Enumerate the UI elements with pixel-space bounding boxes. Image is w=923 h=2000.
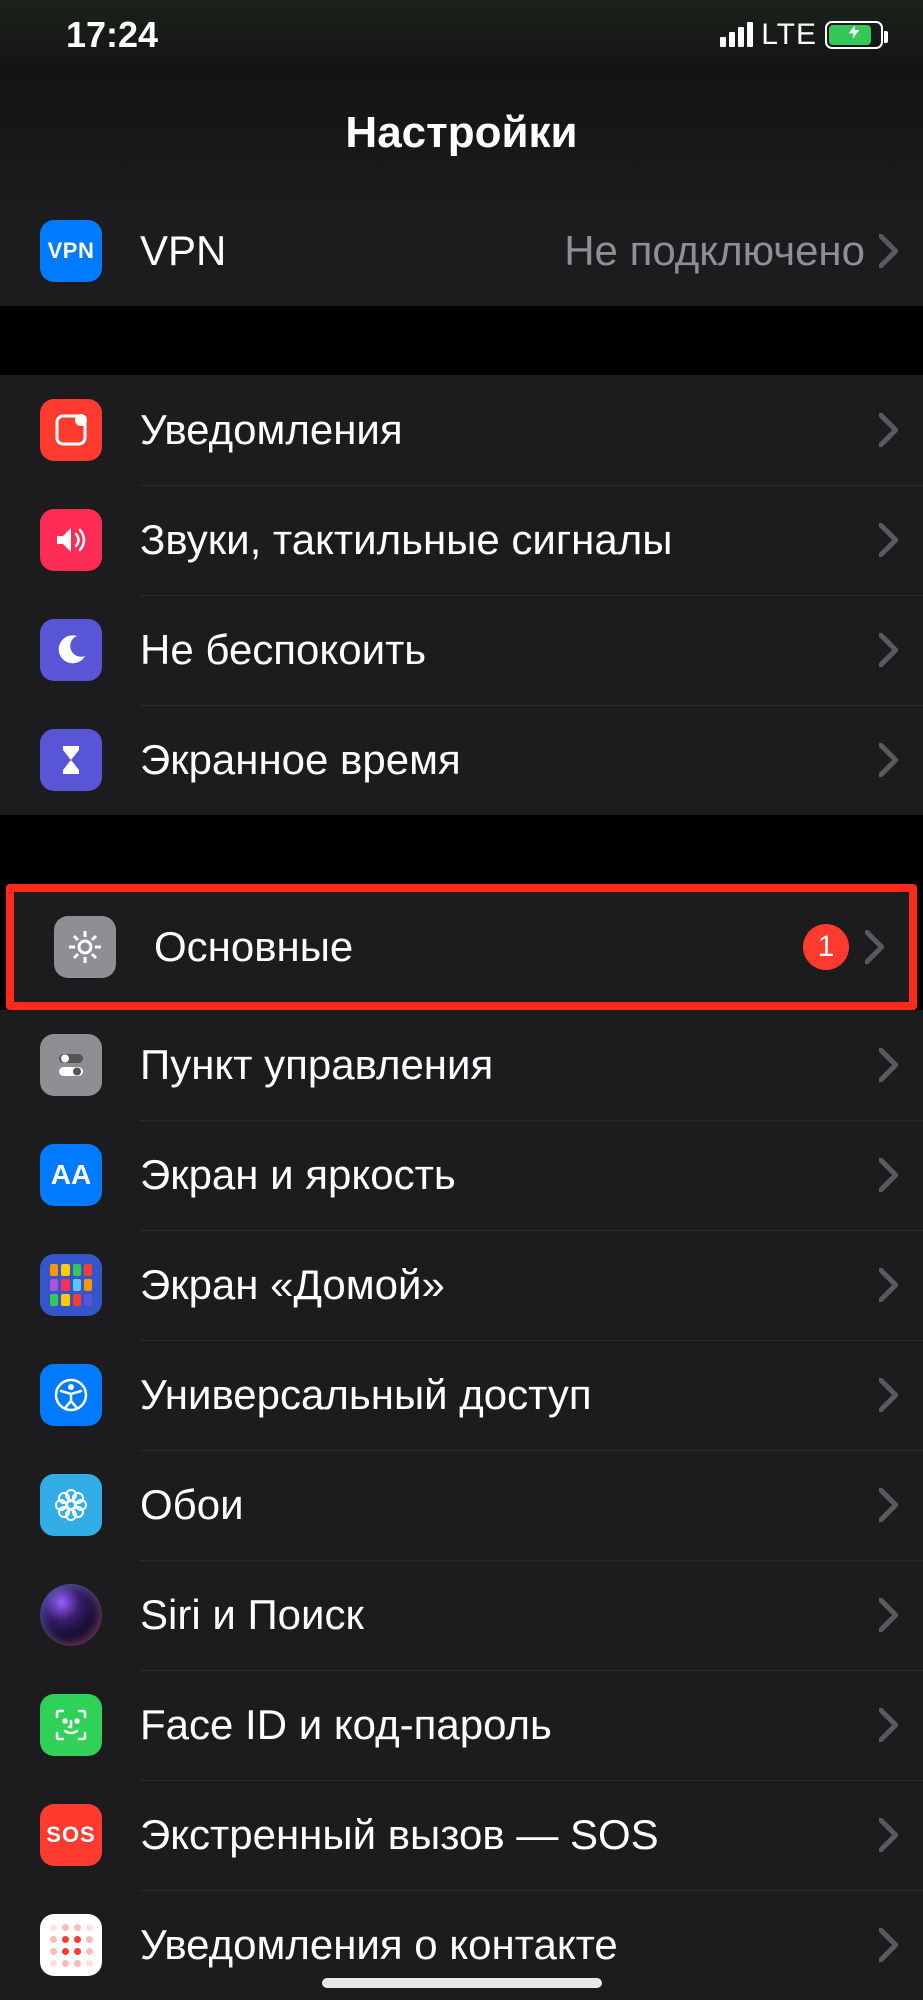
chevron-right-icon [879, 1708, 899, 1742]
settings-screen: 17:24 LTE Настройки VPN VPN Не подключен… [0, 0, 923, 2000]
row-vpn[interactable]: VPN VPN Не подключено [0, 196, 923, 306]
row-label: Экран «Домой» [140, 1261, 879, 1309]
row-label: Экстренный вызов — SOS [140, 1811, 879, 1859]
flower-icon [40, 1474, 102, 1536]
row-faceid[interactable]: Face ID и код-пароль [0, 1670, 923, 1780]
chevron-right-icon [879, 1818, 899, 1852]
row-sos[interactable]: SOS Экстренный вызов — SOS [0, 1780, 923, 1890]
row-control-center[interactable]: Пункт управления [0, 1010, 923, 1120]
row-label: Экранное время [140, 736, 879, 784]
charging-bolt-icon [846, 22, 862, 47]
settings-group-system: Основные 1 Пункт управления AA Экран и я… [0, 884, 923, 2000]
row-label: Звуки, тактильные сигналы [140, 516, 879, 564]
text-size-icon: AA [40, 1144, 102, 1206]
row-screentime[interactable]: Экранное время [0, 705, 923, 815]
row-label: Пункт управления [140, 1041, 879, 1089]
notification-badge: 1 [803, 924, 849, 970]
row-display[interactable]: AA Экран и яркость [0, 1120, 923, 1230]
chevron-right-icon [879, 743, 899, 777]
chevron-right-icon [865, 930, 885, 964]
page-title: Настройки [345, 108, 577, 158]
chevron-right-icon [879, 1378, 899, 1412]
cellular-signal-icon [720, 22, 753, 47]
chevron-right-icon [879, 1158, 899, 1192]
chevron-right-icon [879, 413, 899, 447]
faceid-icon [40, 1694, 102, 1756]
row-notifications[interactable]: Уведомления [0, 375, 923, 485]
notifications-icon [40, 399, 102, 461]
vpn-icon: VPN [40, 220, 102, 282]
chevron-right-icon [879, 523, 899, 557]
chevron-right-icon [879, 1268, 899, 1302]
row-home-screen[interactable]: Экран «Домой» [0, 1230, 923, 1340]
row-label: Не беспокоить [140, 626, 879, 674]
status-indicators: LTE [720, 18, 883, 52]
hourglass-icon [40, 729, 102, 791]
row-label: Обои [140, 1481, 879, 1529]
row-sounds[interactable]: Звуки, тактильные сигналы [0, 485, 923, 595]
status-bar: 17:24 LTE [0, 0, 923, 70]
row-label: Face ID и код-пароль [140, 1701, 879, 1749]
row-label: VPN [140, 227, 564, 275]
row-label: Основные [154, 923, 803, 971]
row-general[interactable]: Основные 1 [14, 892, 909, 1002]
row-label: Уведомления о контакте [140, 1921, 879, 1969]
settings-group-alerts: Уведомления Звуки, тактильные сигналы Не… [0, 375, 923, 815]
row-siri[interactable]: Siri и Поиск [0, 1560, 923, 1670]
row-dnd[interactable]: Не беспокоить [0, 595, 923, 705]
row-value: Не подключено [564, 227, 865, 275]
gear-icon [54, 916, 116, 978]
battery-icon [825, 21, 883, 49]
status-time: 17:24 [66, 14, 158, 56]
settings-group-connectivity: VPN VPN Не подключено [0, 196, 923, 306]
nav-header: Настройки [0, 70, 923, 196]
home-grid-icon [40, 1254, 102, 1316]
row-label: Универсальный доступ [140, 1371, 879, 1419]
chevron-right-icon [879, 1598, 899, 1632]
chevron-right-icon [879, 1488, 899, 1522]
accessibility-icon [40, 1364, 102, 1426]
chevron-right-icon [879, 633, 899, 667]
exposure-icon [40, 1914, 102, 1976]
row-label: Siri и Поиск [140, 1591, 879, 1639]
sos-icon: SOS [40, 1804, 102, 1866]
row-label: Уведомления [140, 406, 879, 454]
siri-icon [40, 1584, 102, 1646]
chevron-right-icon [879, 1928, 899, 1962]
chevron-right-icon [879, 234, 899, 268]
chevron-right-icon [879, 1048, 899, 1082]
highlight-general: Основные 1 [6, 884, 917, 1010]
row-accessibility[interactable]: Универсальный доступ [0, 1340, 923, 1450]
moon-icon [40, 619, 102, 681]
switches-icon [40, 1034, 102, 1096]
home-indicator[interactable] [322, 1978, 602, 1988]
row-wallpaper[interactable]: Обои [0, 1450, 923, 1560]
sounds-icon [40, 509, 102, 571]
row-label: Экран и яркость [140, 1151, 879, 1199]
network-type-label: LTE [761, 18, 817, 52]
